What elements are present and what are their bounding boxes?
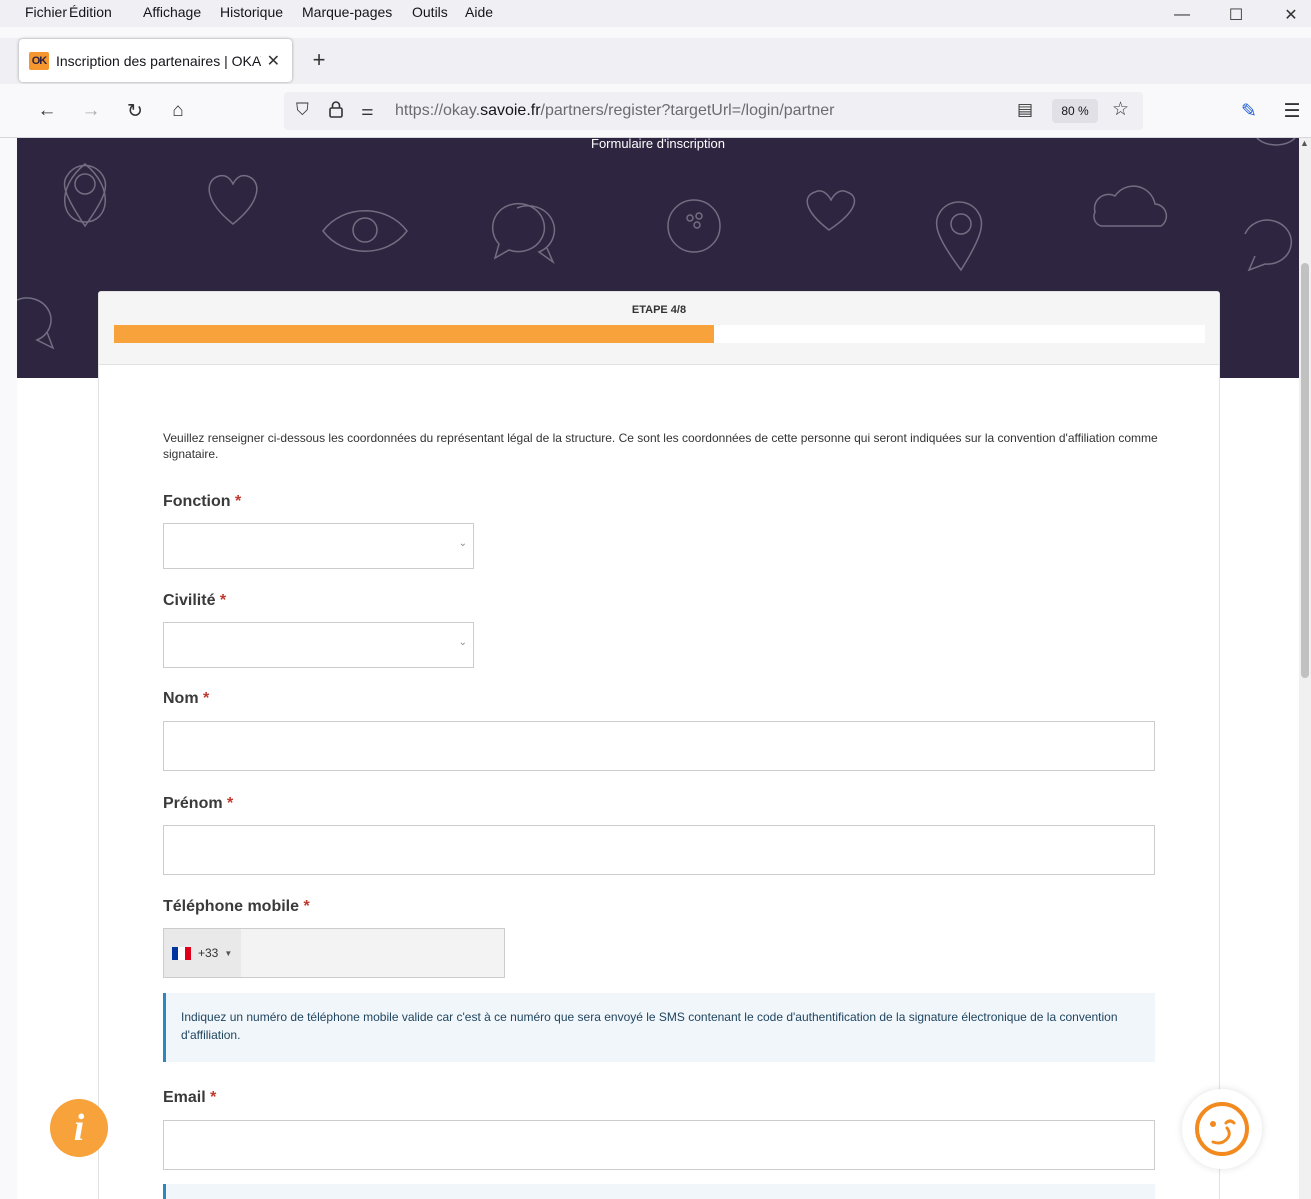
reload-button[interactable]: ↻ xyxy=(121,97,149,125)
menu-bar: Fichier Édition Affichage Historique Mar… xyxy=(0,0,1311,27)
url-bar[interactable]: ⛉ ⚌ https://okay.savoie.fr/partners/regi… xyxy=(284,92,1143,130)
scrollbar-thumb[interactable] xyxy=(1301,263,1309,678)
civilite-label: Civilité * xyxy=(163,592,227,609)
menu-affichage[interactable]: Affichage xyxy=(143,4,201,20)
required-marker: * xyxy=(303,898,310,915)
required-marker: * xyxy=(227,795,234,812)
new-tab-button[interactable]: + xyxy=(305,46,333,74)
lock-icon[interactable] xyxy=(328,100,344,122)
email-label: Email * xyxy=(163,1089,217,1106)
forward-button[interactable]: → xyxy=(77,97,105,125)
window-left-edge xyxy=(0,138,17,1199)
prenom-label: Prénom * xyxy=(163,795,234,812)
tracking-shield-icon[interactable]: ⛉ xyxy=(296,100,309,120)
required-marker: * xyxy=(203,690,210,707)
required-marker: * xyxy=(210,1089,217,1106)
dial-code: +33 xyxy=(198,946,219,960)
required-marker: * xyxy=(235,493,242,510)
extension-icon[interactable]: ✎ xyxy=(1235,97,1263,125)
tab-close-icon[interactable]: ✕ xyxy=(267,51,280,71)
email-input[interactable] xyxy=(163,1120,1155,1170)
site-favicon-icon: OK xyxy=(29,51,49,70)
nom-input[interactable] xyxy=(163,721,1155,771)
menu-fichier[interactable]: Fichier xyxy=(25,4,67,20)
info-button[interactable]: i xyxy=(50,1099,108,1157)
page-scrollbar[interactable]: ▲ xyxy=(1299,138,1311,1199)
phone-hint: Indiquez un numéro de téléphone mobile v… xyxy=(163,993,1155,1062)
chat-widget-button[interactable] xyxy=(1182,1089,1262,1169)
caret-down-icon: ▼ xyxy=(224,948,233,958)
app-menu-button[interactable]: ☰ xyxy=(1278,97,1306,125)
close-window-button[interactable]: ✕ xyxy=(1268,0,1311,30)
fonction-select[interactable]: ⌄ xyxy=(163,523,474,569)
step-indicator: ETAPE 4/8 xyxy=(631,304,687,316)
step-progress-fill xyxy=(114,325,715,343)
civilite-select[interactable]: ⌄ xyxy=(163,622,474,668)
fonction-label: Fonction * xyxy=(163,493,242,510)
scroll-up-arrow-icon[interactable]: ▲ xyxy=(1300,138,1309,148)
telephone-label: Téléphone mobile * xyxy=(163,898,310,915)
page-viewport: Formulaire d'inscription ETAPE 4/8 Veuil… xyxy=(17,138,1299,1199)
permissions-icon[interactable]: ⚌ xyxy=(361,102,374,119)
required-marker: * xyxy=(219,592,227,609)
menu-edition[interactable]: Édition xyxy=(69,4,112,20)
bookmark-star-icon[interactable]: ☆ xyxy=(1112,98,1129,121)
tab-title: Inscription des partenaires | OKAY xyxy=(56,52,261,69)
zoom-level[interactable]: 80 % xyxy=(1052,99,1098,123)
url-text[interactable]: https://okay.savoie.fr/partners/register… xyxy=(395,102,834,120)
reader-view-icon[interactable]: ▤ xyxy=(1017,100,1033,120)
tab-bar: OK Inscription des partenaires | OKAY ✕ … xyxy=(0,38,1311,84)
prenom-input[interactable] xyxy=(163,825,1155,875)
navigation-toolbar: ← → ↻ ⌂ ⛉ ⚌ https://okay.savoie.fr/partn… xyxy=(0,84,1311,138)
chevron-down-icon: ⌄ xyxy=(458,637,467,648)
back-button[interactable]: ← xyxy=(33,97,61,125)
tab-inscription[interactable]: OK Inscription des partenaires | OKAY ✕ xyxy=(19,39,292,82)
telephone-input[interactable]: +33 ▼ xyxy=(163,928,505,978)
wink-smiley-icon xyxy=(1195,1102,1249,1156)
intro-text: Veuillez renseigner ci-dessous les coord… xyxy=(163,431,1158,461)
menu-historique[interactable]: Historique xyxy=(220,4,283,20)
country-code-selector[interactable]: +33 ▼ xyxy=(164,929,241,977)
home-button[interactable]: ⌂ xyxy=(164,97,192,125)
chevron-down-icon: ⌄ xyxy=(458,538,467,549)
menu-marque-pages[interactable]: Marque-pages xyxy=(302,4,392,20)
email-hint xyxy=(163,1184,1155,1199)
minimize-button[interactable]: — xyxy=(1159,0,1205,30)
step-header: ETAPE 4/8 xyxy=(99,292,1219,365)
menu-aide[interactable]: Aide xyxy=(465,4,493,20)
menu-outils[interactable]: Outils xyxy=(412,4,448,20)
step-progress-bar xyxy=(114,325,1205,343)
nom-label: Nom * xyxy=(163,690,210,707)
maximize-button[interactable]: ☐ xyxy=(1213,0,1259,30)
france-flag-icon xyxy=(172,946,191,960)
